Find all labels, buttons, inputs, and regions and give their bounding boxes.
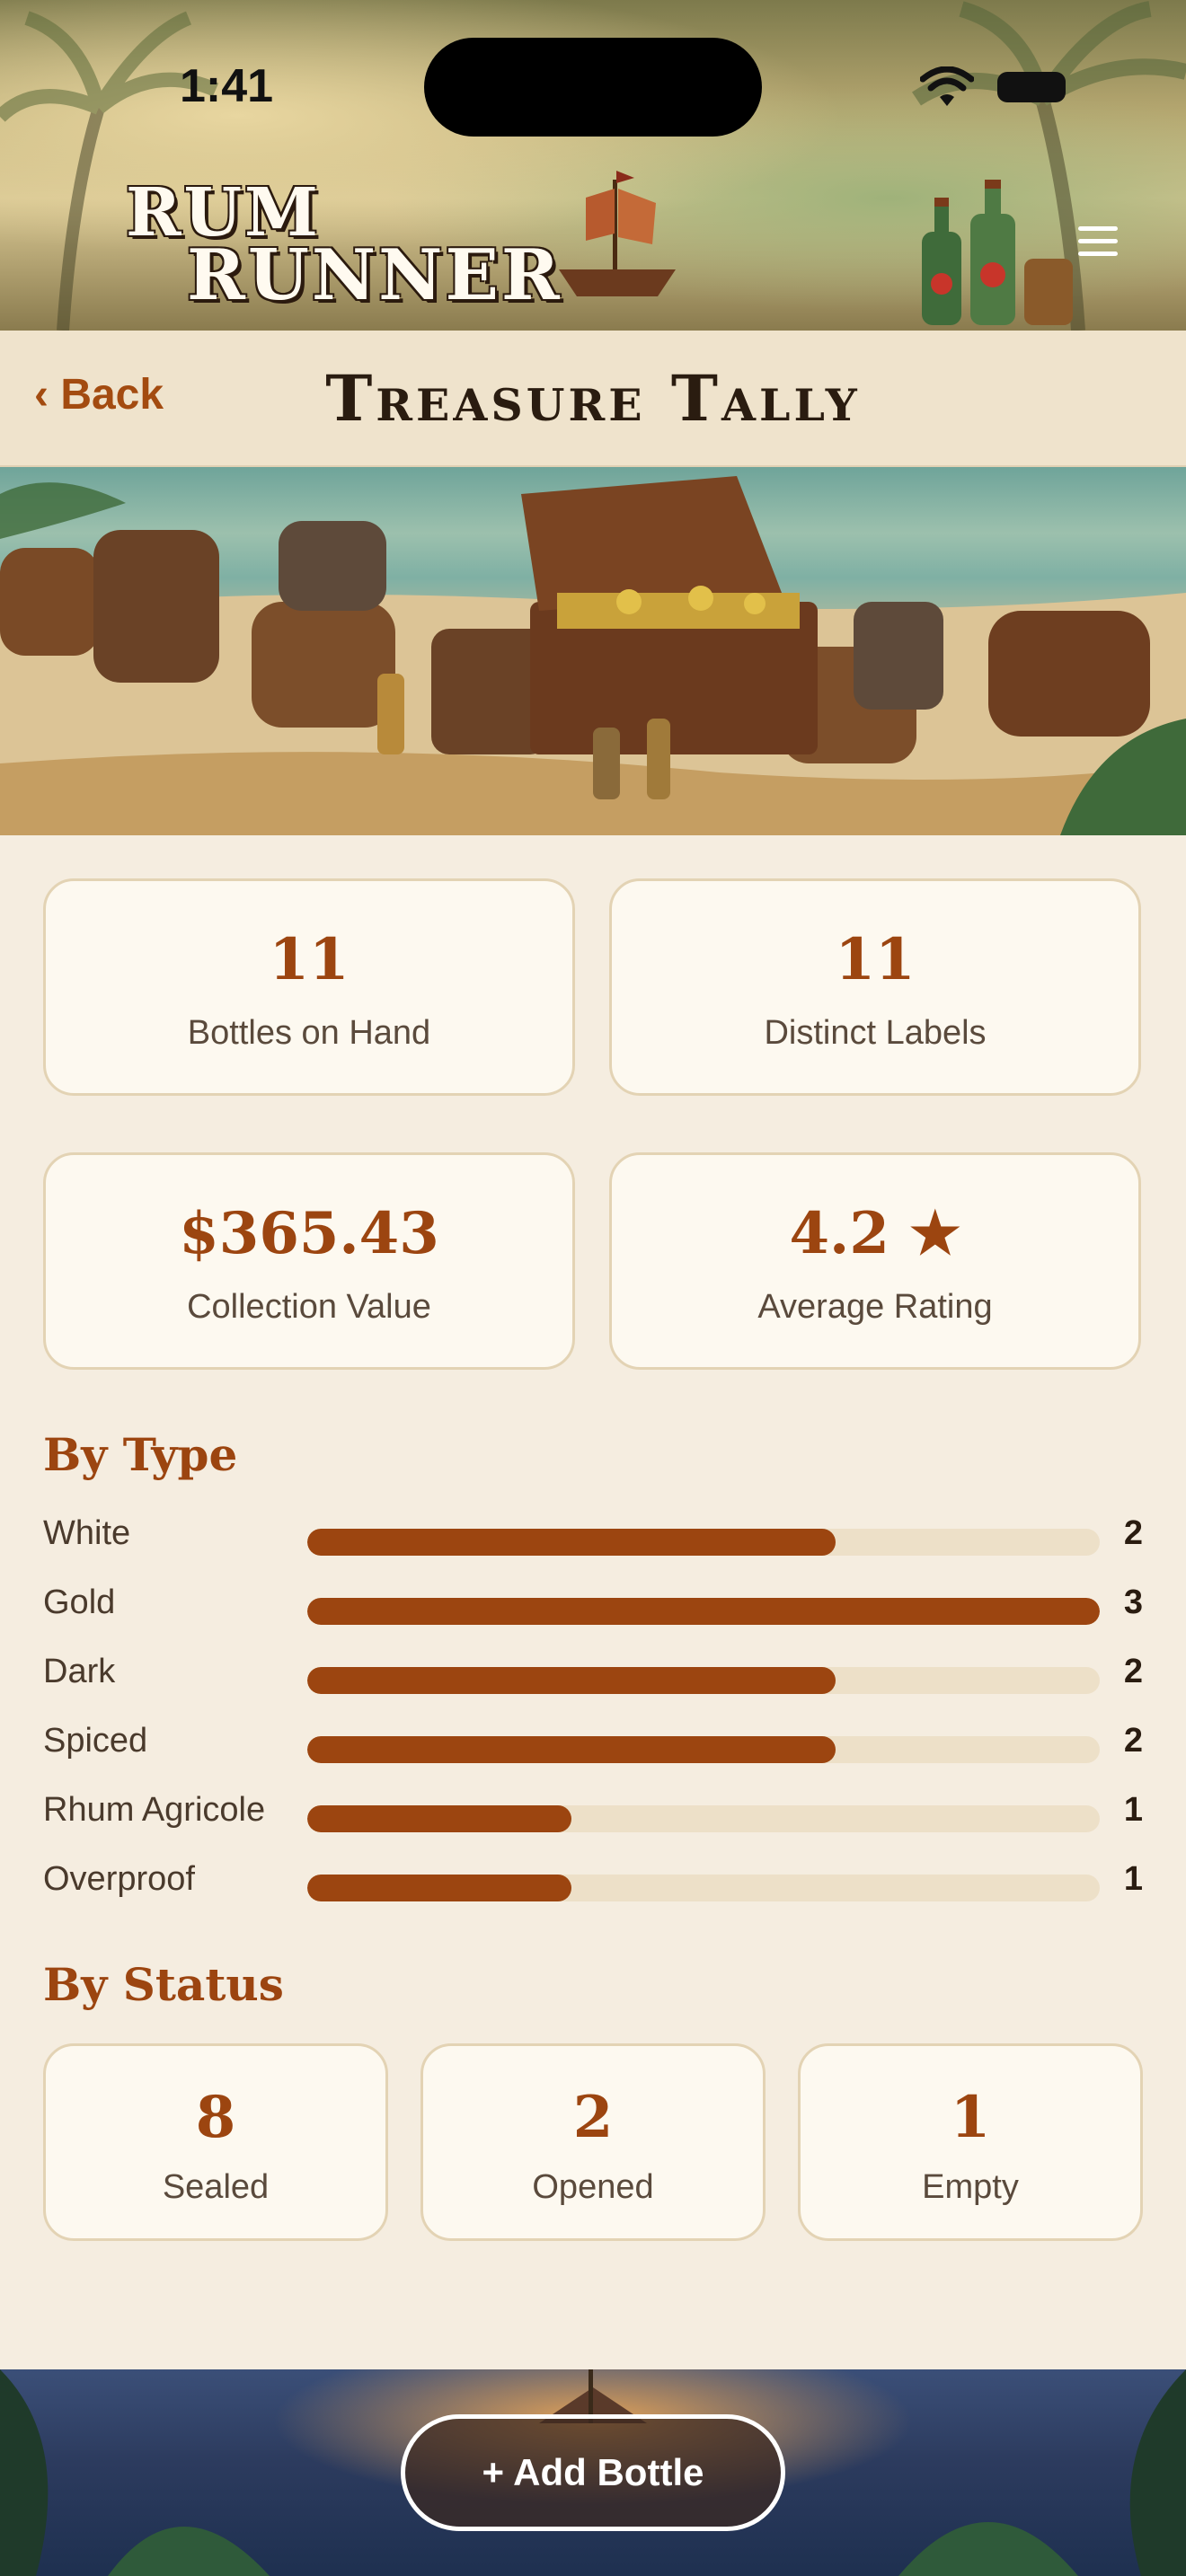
logo-line2: RUNNER	[187, 234, 562, 316]
status-card-empty: 1 Empty	[798, 2043, 1143, 2241]
stat-value: 4.2 ★	[789, 1200, 961, 1267]
page-title: Treasure Tally	[325, 361, 861, 436]
type-bar-track	[307, 1529, 1100, 1556]
pirate-ship-icon	[559, 171, 676, 296]
type-bar-fill	[307, 1875, 571, 1901]
stat-label: Collection Value	[187, 1288, 431, 1326]
stat-value: 11	[835, 926, 916, 993]
stat-card-average-rating: 4.2 ★ Average Rating	[609, 1152, 1141, 1370]
stat-label: Distinct Labels	[764, 1014, 987, 1052]
status-label: Opened	[532, 2168, 654, 2206]
type-name: White	[43, 1514, 131, 1552]
status-card-sealed: 8 Sealed	[43, 2043, 388, 2241]
type-name: Overproof	[43, 1860, 195, 1898]
type-count: 2	[1123, 1653, 1143, 1690]
stat-card-distinct-labels: 11 Distinct Labels	[609, 878, 1141, 1096]
stat-label: Bottles on Hand	[187, 1014, 431, 1052]
dynamic-island	[424, 38, 762, 137]
type-row: Spiced 2	[43, 1716, 1143, 1770]
stat-value: $365.43	[179, 1200, 439, 1267]
nav-bar: ‹ Back Treasure Tally	[0, 331, 1186, 467]
status-value: 2	[572, 2084, 614, 2151]
type-bar-track	[307, 1667, 1100, 1694]
type-count: 1	[1123, 1791, 1143, 1829]
treasure-banner-image	[0, 467, 1186, 835]
type-bar-track	[307, 1598, 1100, 1625]
type-bar-fill	[307, 1667, 836, 1694]
type-count: 1	[1123, 1860, 1143, 1898]
type-count: 3	[1123, 1584, 1143, 1621]
type-row: White 2	[43, 1509, 1143, 1563]
status-label: Empty	[922, 2168, 1019, 2206]
type-name: Dark	[43, 1653, 116, 1690]
type-bar-fill	[307, 1529, 836, 1556]
type-row: Overproof 1	[43, 1855, 1143, 1909]
app-logo[interactable]: RUM RUNNER	[126, 180, 562, 311]
app-header: 1:41 RUM RUNNER	[0, 0, 1186, 331]
type-count: 2	[1123, 1722, 1143, 1760]
type-bar-track	[307, 1875, 1100, 1901]
rum-bottles-icon	[922, 180, 1073, 325]
type-count: 2	[1123, 1514, 1143, 1552]
stat-value: 11	[269, 926, 350, 993]
wifi-icon	[920, 66, 974, 106]
status-time: 1:41	[180, 60, 274, 112]
hamburger-menu-icon[interactable]	[1078, 226, 1118, 259]
stat-card-collection-value: $365.43 Collection Value	[43, 1152, 575, 1370]
status-value: 8	[195, 2084, 236, 2151]
type-name: Spiced	[43, 1722, 148, 1760]
type-bar-fill	[307, 1736, 836, 1763]
type-bar-fill	[307, 1598, 1100, 1625]
type-bar-track	[307, 1736, 1100, 1763]
type-name: Gold	[43, 1584, 116, 1621]
type-row: Dark 2	[43, 1647, 1143, 1701]
add-bottle-button[interactable]: + Add Bottle	[401, 2414, 785, 2531]
stat-card-bottles-on-hand: 11 Bottles on Hand	[43, 878, 575, 1096]
treasure-scene-illustration	[0, 476, 1186, 835]
status-label: Sealed	[162, 2168, 270, 2206]
type-name: Rhum Agricole	[43, 1791, 266, 1829]
battery-icon	[997, 72, 1066, 102]
status-value: 1	[950, 2084, 991, 2151]
status-card-opened: 2 Opened	[420, 2043, 766, 2241]
section-title-by-type: By Type	[43, 1428, 238, 1481]
type-bar-fill	[307, 1805, 571, 1832]
type-bar-track	[307, 1805, 1100, 1832]
stat-label: Average Rating	[757, 1288, 993, 1326]
type-row: Gold 3	[43, 1578, 1143, 1632]
type-row: Rhum Agricole 1	[43, 1786, 1143, 1839]
section-title-by-status: By Status	[43, 1958, 284, 2011]
